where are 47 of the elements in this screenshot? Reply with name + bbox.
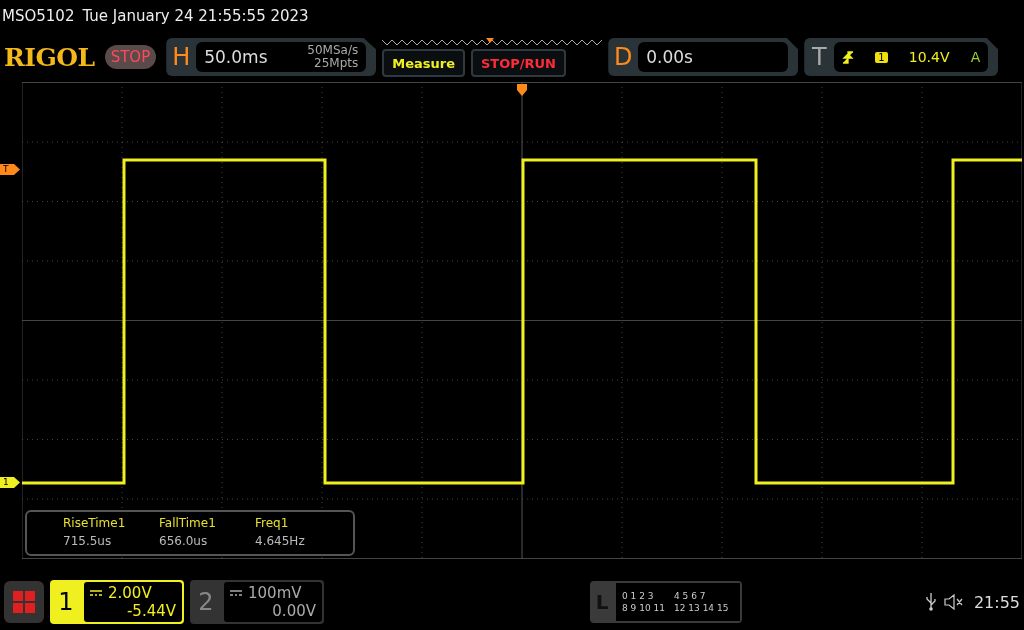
- measurement-name: Freq1: [255, 516, 290, 530]
- trigger-level: 10.4V: [908, 49, 950, 65]
- delay-value: 0.00s: [646, 47, 693, 67]
- acquisition-info: 50MSa/s 25Mpts: [307, 44, 359, 70]
- panel-letter: T: [810, 42, 828, 73]
- trigger-position-marker[interactable]: [517, 84, 527, 96]
- measurement-value: 715.5us: [63, 534, 113, 548]
- measurement-name: FallTime1: [159, 516, 217, 530]
- model-name: MSO5102: [2, 7, 75, 25]
- brand-logo: RIGOL: [4, 42, 95, 72]
- channel-scale: 100mV: [248, 584, 302, 602]
- channel-number: 1: [57, 587, 75, 618]
- panel-letter: H: [171, 42, 192, 73]
- source-badge: 1: [875, 51, 888, 63]
- channel-scale: 2.00V: [108, 584, 152, 602]
- grid-icon: [13, 591, 35, 613]
- measurement-name: RiseTime1: [63, 516, 127, 530]
- timebase-value: 50.0ms: [204, 47, 268, 67]
- memory-waveform-icon: [382, 37, 603, 47]
- logic-channel-number: 4 5 6 7: [674, 591, 707, 601]
- measurement-value: 4.645Hz: [255, 534, 306, 548]
- logic-channel-number: 0 1 2 3: [622, 591, 655, 601]
- channel-marker[interactable]: 1: [0, 477, 20, 488]
- dc-coupling-icon: [90, 590, 102, 596]
- measurement-value: 656.0us: [159, 534, 209, 548]
- trigger-panel[interactable]: T 1 10.4V A: [804, 38, 999, 76]
- run-status: STOP: [104, 45, 157, 69]
- delay-panel[interactable]: D 0.00s: [608, 38, 799, 76]
- channel-panel[interactable]: 1 2.00V -5.44V: [50, 580, 184, 624]
- measure-button[interactable]: Measure: [382, 49, 465, 77]
- usb-icon: [925, 593, 936, 611]
- stop-run-button[interactable]: STOP/RUN: [471, 49, 566, 77]
- logic-channel-number: 12 13 14 15: [674, 603, 730, 613]
- panel-letter: D: [613, 42, 634, 73]
- menu-button[interactable]: [4, 581, 44, 623]
- dc-coupling-icon: [230, 590, 242, 596]
- horizontal-panel[interactable]: H 50.0ms 50MSa/s 25Mpts: [166, 38, 377, 76]
- channel-number: 2: [197, 587, 215, 618]
- channel-offset: -5.44V: [126, 602, 176, 620]
- clock-time: 21:55: [973, 592, 1020, 612]
- trigger-level-marker[interactable]: T: [0, 164, 20, 175]
- channel-panel[interactable]: 2 100mV 0.00V: [190, 580, 324, 624]
- trigger-mode: A: [970, 49, 981, 65]
- channel-offset: 0.00V: [272, 602, 316, 620]
- rising-edge-icon: [842, 50, 855, 64]
- date-time: Tue January 24 21:55:55 2023: [82, 7, 309, 25]
- logic-channel-number: 8 9 10 11: [622, 603, 666, 613]
